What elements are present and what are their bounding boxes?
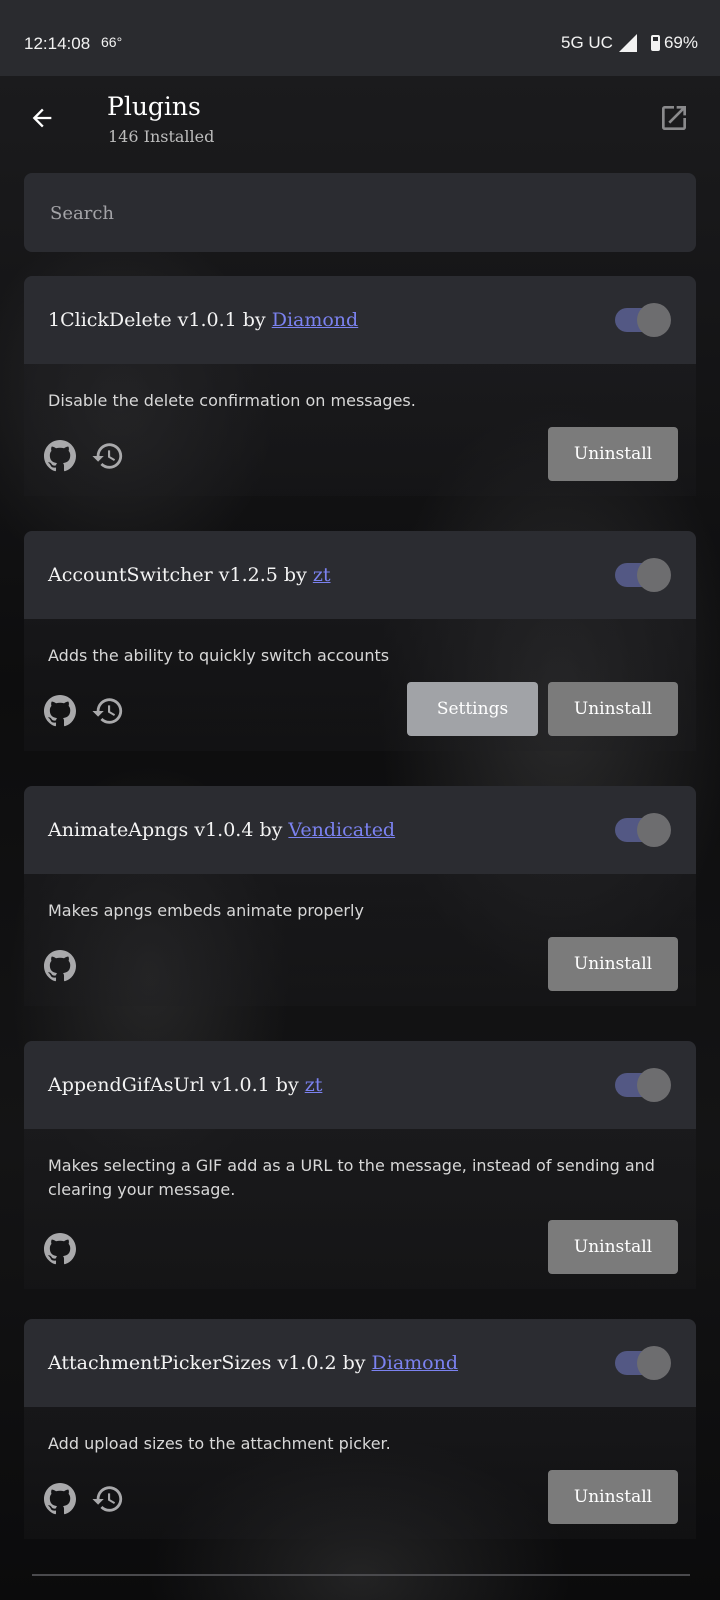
search-input[interactable]: [48, 173, 672, 254]
plugin-description: Makes selecting a GIF add as a URL to th…: [48, 1156, 655, 1199]
plugin-enable-toggle[interactable]: [615, 813, 671, 847]
uninstall-button[interactable]: Uninstall: [548, 937, 678, 991]
plugin-enable-toggle[interactable]: [615, 1346, 671, 1380]
plugin-name: AccountSwitcher v1.2.5 by: [48, 564, 313, 586]
plugin-icon-row: [42, 948, 78, 984]
uninstall-button[interactable]: Uninstall: [548, 427, 678, 481]
uninstall-button[interactable]: Uninstall: [548, 1470, 678, 1524]
github-icon: [44, 950, 76, 982]
toggle-knob: [637, 1346, 671, 1380]
uninstall-button[interactable]: Uninstall: [548, 1220, 678, 1274]
page-title: Plugins: [107, 92, 201, 121]
search-box: [24, 173, 696, 254]
plugin-title: AppendGifAsUrl v1.0.1 by zt: [48, 1041, 322, 1129]
plugin-header: 1ClickDelete v1.0.1 by Diamond: [24, 276, 696, 364]
plugin-header: AccountSwitcher v1.2.5 by zt: [24, 531, 696, 619]
plugin-icon-row: [42, 1231, 78, 1267]
plugin-body: Makes apngs embeds animate properly Unin…: [24, 874, 696, 1006]
plugin-description: Adds the ability to quickly switch accou…: [48, 646, 390, 665]
plugin-name: 1ClickDelete v1.0.1 by: [48, 309, 272, 331]
plugin-enable-toggle[interactable]: [615, 558, 671, 592]
list-divider: [32, 1574, 690, 1576]
history-icon: [92, 698, 123, 724]
history-icon: [92, 443, 123, 469]
history-button[interactable]: [90, 1481, 126, 1517]
history-button[interactable]: [90, 693, 126, 729]
history-button[interactable]: [90, 438, 126, 474]
plugin-body: Disable the delete confirmation on messa…: [24, 364, 696, 496]
plugin-description: Add upload sizes to the attachment picke…: [48, 1434, 391, 1453]
plugin-description: Disable the delete confirmation on messa…: [48, 391, 416, 410]
battery-percent: 69%: [663, 33, 698, 52]
status-temperature: 66°: [101, 34, 123, 50]
plugin-header: AnimateApngs v1.0.4 by Vendicated: [24, 786, 696, 874]
plugin-enable-toggle[interactable]: [615, 1068, 671, 1102]
plugin-name: AttachmentPickerSizes v1.0.2 by: [48, 1352, 372, 1374]
plugin-name: AnimateApngs v1.0.4 by: [48, 819, 289, 841]
status-right: 5G UC 69%: [561, 33, 698, 53]
status-bar: 12:14:08 66° 5G UC 69%: [0, 0, 720, 76]
app-bar: Plugins 146 Installed: [0, 76, 720, 158]
plugin-card: AnimateApngs v1.0.4 by Vendicated Makes …: [24, 786, 696, 1006]
plugin-card: AccountSwitcher v1.2.5 by zt Adds the ab…: [24, 531, 696, 751]
history-icon: [92, 1486, 123, 1512]
plugin-title: AttachmentPickerSizes v1.0.2 by Diamond: [48, 1319, 458, 1407]
plugin-name: AppendGifAsUrl v1.0.1 by: [48, 1074, 305, 1096]
plugin-body: Adds the ability to quickly switch accou…: [24, 619, 696, 751]
network-label: 5G UC: [561, 33, 613, 52]
plugin-card: AppendGifAsUrl v1.0.1 by zt Makes select…: [24, 1041, 696, 1289]
toggle-knob: [637, 813, 671, 847]
toggle-knob: [637, 1068, 671, 1102]
plugin-author-link[interactable]: zt: [313, 564, 331, 586]
github-icon: [44, 695, 76, 727]
github-button[interactable]: [42, 948, 78, 984]
page-subtitle: 146 Installed: [108, 127, 215, 146]
open-external-icon: [662, 106, 686, 130]
plugin-description: Makes apngs embeds animate properly: [48, 901, 364, 920]
github-button[interactable]: [42, 1481, 78, 1517]
plugin-body: Makes selecting a GIF add as a URL to th…: [24, 1129, 696, 1289]
plugin-title: AccountSwitcher v1.2.5 by zt: [48, 531, 331, 619]
back-button[interactable]: [22, 98, 62, 138]
plugin-author-link[interactable]: Diamond: [272, 309, 359, 331]
plugin-enable-toggle[interactable]: [615, 303, 671, 337]
plugin-icon-row: [42, 693, 126, 729]
github-icon: [44, 440, 76, 472]
plugin-author-link[interactable]: Vendicated: [288, 819, 395, 841]
plugin-title: AnimateApngs v1.0.4 by Vendicated: [48, 786, 395, 874]
plugin-author-link[interactable]: Diamond: [372, 1352, 459, 1374]
arrow-back-icon: [32, 108, 52, 128]
settings-button[interactable]: Settings: [407, 682, 538, 736]
plugin-title: 1ClickDelete v1.0.1 by Diamond: [48, 276, 358, 364]
uninstall-button[interactable]: Uninstall: [548, 682, 678, 736]
plugin-card: 1ClickDelete v1.0.1 by Diamond Disable t…: [24, 276, 696, 496]
github-button[interactable]: [42, 693, 78, 729]
toggle-knob: [637, 558, 671, 592]
open-external-button[interactable]: [654, 98, 694, 138]
battery-icon: [650, 35, 660, 51]
toggle-knob: [637, 303, 671, 337]
signal-icon: [618, 34, 637, 52]
plugin-author-link[interactable]: zt: [305, 1074, 323, 1096]
plugin-header: AppendGifAsUrl v1.0.1 by zt: [24, 1041, 696, 1129]
plugin-body: Add upload sizes to the attachment picke…: [24, 1407, 696, 1539]
github-button[interactable]: [42, 1231, 78, 1267]
github-icon: [44, 1233, 76, 1265]
status-time: 12:14:08: [24, 34, 91, 53]
plugin-icon-row: [42, 438, 126, 474]
github-button[interactable]: [42, 438, 78, 474]
plugin-card: AttachmentPickerSizes v1.0.2 by Diamond …: [24, 1319, 696, 1539]
plugin-icon-row: [42, 1481, 126, 1517]
github-icon: [44, 1483, 76, 1515]
plugin-header: AttachmentPickerSizes v1.0.2 by Diamond: [24, 1319, 696, 1407]
